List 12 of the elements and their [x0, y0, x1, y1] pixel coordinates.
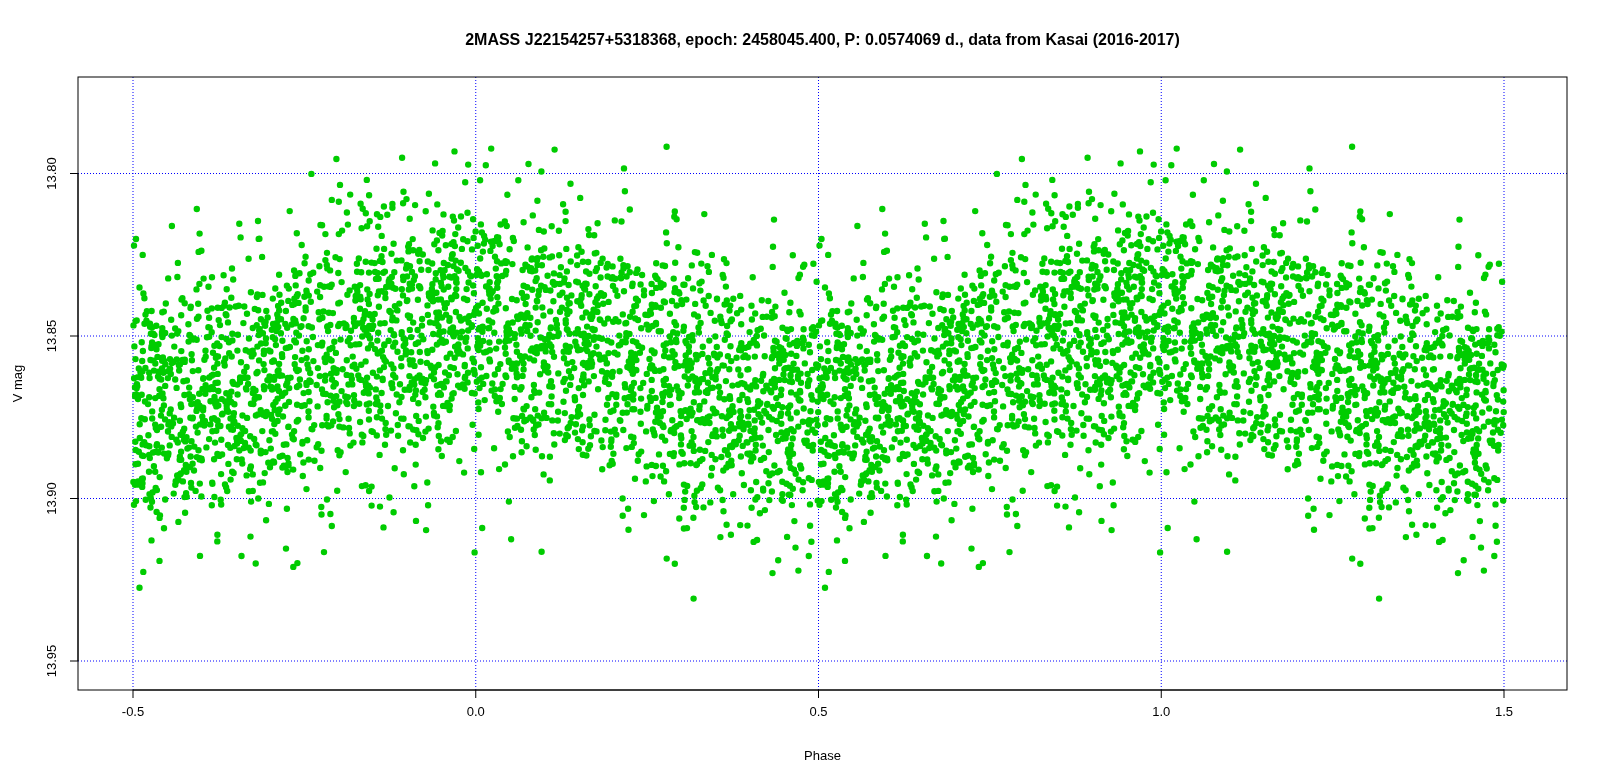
plot-title: 2MASS J22154257+5318368, epoch: 2458045.400, P: 0.0574069 d., data from Kasai (2016-2017)	[465, 31, 1180, 48]
x-tick-label: -0.5	[121, 704, 145, 719]
y-tick-label: 13.90	[44, 482, 59, 515]
x-axis-label: Phase	[804, 748, 841, 763]
y-tick-label: 13.85	[44, 319, 59, 353]
y-tick-label: 13.95	[44, 644, 59, 678]
y-tick-label: 13.80	[44, 157, 59, 190]
x-tick-label: 0.0	[466, 704, 485, 719]
x-tick-label: 1.0	[1152, 704, 1171, 719]
x-tick-label: 1.5	[1494, 704, 1514, 719]
y-axis-label: V mag	[10, 364, 25, 403]
x-tick-label: 0.5	[809, 704, 828, 719]
